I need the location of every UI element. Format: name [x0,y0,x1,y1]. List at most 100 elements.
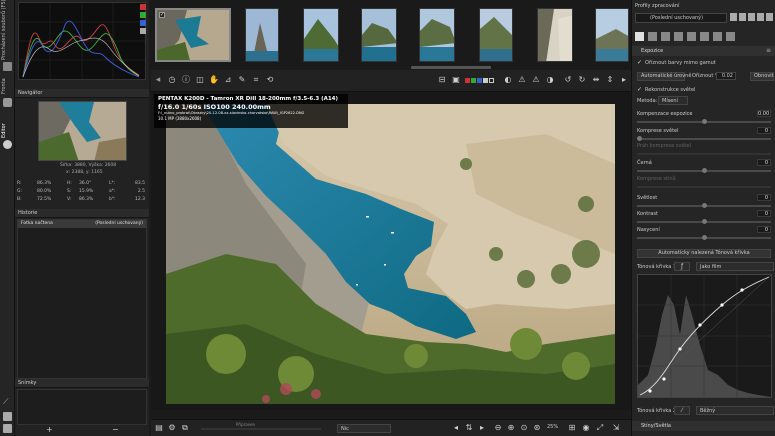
aperture-icon[interactable] [3,140,12,149]
hand-icon[interactable]: ✋ [209,75,219,85]
highlight-warning-icon[interactable]: ⚠ [531,75,541,85]
navigator-header[interactable]: Navigátor [15,89,149,98]
filmstrip-thumb[interactable] [245,8,279,62]
before-after-icon[interactable]: ◫ [195,75,205,85]
luminance-toggle[interactable] [140,28,146,34]
pipette-icon[interactable]: ⟋ [3,398,12,407]
color-profile-icon[interactable]: ◉ [581,423,591,433]
sidebar-toggle-icon[interactable]: ◂ [154,72,162,88]
remove-snapshot-button[interactable]: − [112,425,119,434]
tab-exposure-icon[interactable] [635,31,644,41]
prev-image-icon[interactable]: ◂ [451,423,461,433]
soft-proof-icon[interactable]: ◑ [545,75,555,85]
luminance-dot-icon[interactable] [482,77,488,83]
save-profile-icon[interactable] [739,13,746,21]
tab-advanced-icon[interactable] [674,31,683,41]
filmstrip-thumb[interactable] [537,8,573,62]
shadows-highlights-section-header[interactable]: Stíny/Světla [632,421,775,431]
tab-queue[interactable]: Fronta [1,76,7,94]
flip-vertical-icon[interactable]: ⇕ [605,75,615,85]
history-icon[interactable]: ◷ [167,75,177,85]
shadow-warning-icon[interactable]: ⚠ [517,75,527,85]
paste-icon[interactable] [757,13,764,21]
exposure-section-header[interactable]: Expozice [632,46,775,56]
slider-knob[interactable] [701,168,707,173]
tab-power-icon[interactable] [726,31,735,41]
highlight-reconstruction-checkbox[interactable]: ✓ [637,87,642,93]
right-panel-toggle-icon[interactable]: ▸ [619,75,629,85]
queue-icon[interactable]: ⚙ [167,423,177,433]
panel-toggle-icon[interactable]: ⇲ [611,423,621,433]
rotate-left-icon[interactable]: ↺ [563,75,573,85]
new-window-icon[interactable]: ⊞ [567,423,577,433]
filmstrip-thumb[interactable] [595,8,629,62]
method-dropdown[interactable]: Mísení [658,96,688,105]
focus-dot-icon[interactable] [488,77,494,83]
sync-icon[interactable]: ⇅ [464,423,474,433]
check-icon[interactable]: ✓ [159,12,165,18]
reset-icon[interactable] [766,13,773,21]
clip-percent-input[interactable]: 0.02 [716,72,736,80]
rotate-right-icon[interactable]: ↻ [577,75,587,85]
curve-2-type-icon[interactable]: ⁄ [674,406,690,415]
zoom-fit-icon[interactable]: ⊙ [519,423,529,433]
tab-color-icon[interactable] [661,31,670,41]
neutral-button[interactable]: Obnovit [750,72,774,81]
add-snapshot-button[interactable]: + [46,425,53,434]
color-picker-icon[interactable]: ✎ [237,75,247,85]
auto-matched-curve-button[interactable]: Automaticky nalezená Tónová křivka [637,249,771,258]
filmstrip-thumb[interactable] [303,8,339,62]
slider-value[interactable]: 0 [757,159,771,166]
save-icon[interactable]: ▤ [154,423,164,433]
slider-track[interactable] [637,138,771,140]
lock-icon[interactable]: ⊟ [437,75,447,85]
zoom-in-icon[interactable]: ⊕ [506,423,516,433]
slider-knob[interactable] [701,119,707,124]
slider-value[interactable]: 0 [757,127,771,134]
crop-icon[interactable]: ⌗ [251,75,261,85]
blue-dot-icon[interactable] [476,77,482,83]
tone-curve-1-mode-dropdown[interactable]: Jako film [696,262,774,271]
navigator-preview[interactable] [38,101,127,161]
grid-icon[interactable] [3,412,12,421]
external-editor-icon[interactable]: ⧉ [180,423,190,433]
red-channel-toggle[interactable] [140,4,146,10]
window-icon[interactable] [3,424,12,433]
curve-type-icon[interactable]: ƒ [674,262,690,271]
tab-metadata-icon[interactable] [713,31,722,41]
filmstrip-thumb[interactable] [479,8,513,62]
filmstrip-scrollbar[interactable] [411,66,491,69]
preview-mode-icon[interactable]: ◐ [503,75,513,85]
info-icon[interactable]: ⓘ [181,75,191,85]
slider-saturation[interactable]: Nasycení 0 [635,226,773,244]
gears-icon[interactable] [3,98,12,107]
slider-value[interactable]: 0 [757,194,771,201]
blue-channel-toggle[interactable] [140,20,146,26]
mask-icon[interactable]: ▣ [451,75,461,85]
auto-levels-button[interactable]: Automatické úrovně [637,72,691,81]
clip-gamut-checkbox[interactable]: ✓ [637,60,642,66]
fullscreen-icon[interactable]: ⤢ [595,423,605,433]
filmstrip-thumb[interactable]: ✓ [155,8,231,62]
filmstrip-thumb[interactable] [419,8,455,62]
straighten-icon[interactable]: ⟲ [265,75,275,85]
tab-editor[interactable]: Editor [1,120,7,138]
open-folder-icon[interactable] [730,13,737,21]
section-toggle-icon[interactable]: ≡ [766,47,771,54]
tab-file-browser[interactable]: Procházení souborů (F5) [1,0,7,60]
zoom-100-icon[interactable]: ⊛ [532,423,542,433]
snapshots-header[interactable]: Snímky [15,379,149,388]
green-channel-toggle[interactable] [140,12,146,18]
copy-icon[interactable] [748,13,755,21]
main-photo[interactable] [166,104,615,404]
tone-curve-editor[interactable] [637,274,772,398]
history-row[interactable]: Fotka načtena (Poslední uschovaný) [18,220,146,228]
tab-detail-icon[interactable] [648,31,657,41]
selection-dropdown[interactable]: Nic [337,424,391,433]
slider-knob[interactable] [701,219,707,224]
tab-transform-icon[interactable] [687,31,696,41]
slider-value[interactable]: 0.00 [757,110,771,117]
slider-knob[interactable] [701,203,707,208]
filmstrip-thumb[interactable] [361,8,397,62]
slider-knob[interactable] [637,136,642,141]
